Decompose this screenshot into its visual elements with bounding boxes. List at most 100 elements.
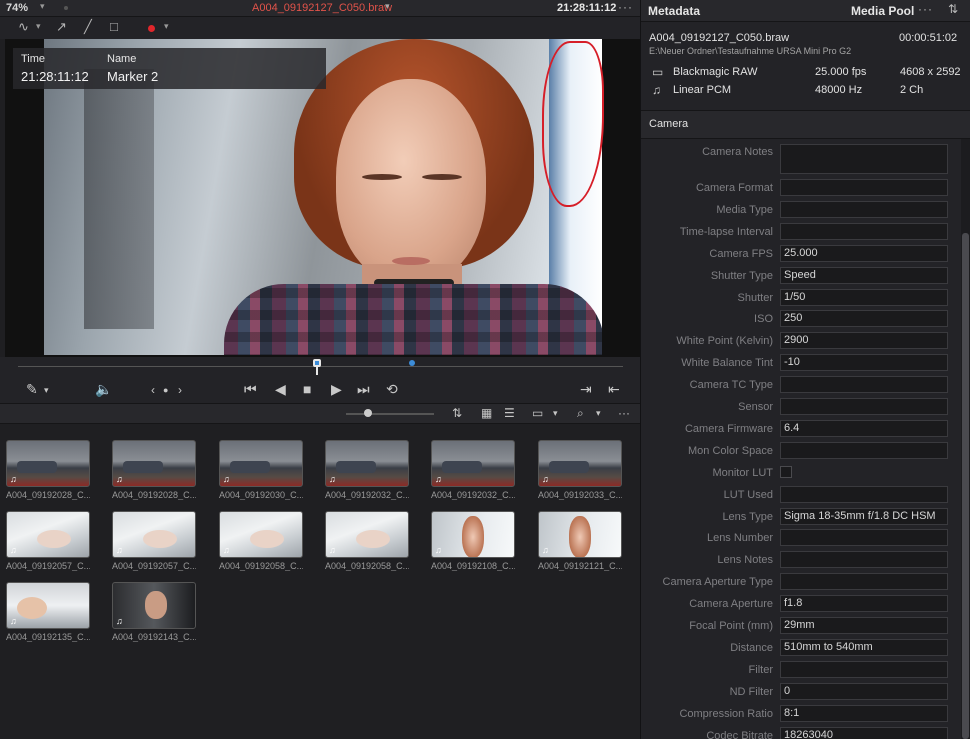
metadata-field-input[interactable] <box>780 660 948 678</box>
clip-thumbnail[interactable]: ♫ <box>6 582 90 629</box>
metadata-field-input[interactable] <box>780 144 948 174</box>
draw-tool-chevron-icon[interactable]: ▾ <box>36 21 41 32</box>
marker-dot[interactable] <box>409 360 415 366</box>
media-pool-clip[interactable]: ♫ A004_09192108_C... <box>431 511 515 571</box>
metadata-field-input[interactable] <box>780 551 948 569</box>
media-pool-clip[interactable]: ♫ A004_09192033_C... <box>538 440 622 500</box>
view-chevron-icon[interactable]: ▾ <box>553 408 558 419</box>
metadata-field-input[interactable] <box>780 222 948 240</box>
mark-out-icon[interactable]: ⇤ <box>608 381 620 398</box>
go-to-end-icon[interactable]: ⏭ <box>357 381 370 398</box>
scrub-bar[interactable] <box>0 357 640 376</box>
metadata-field-input[interactable]: Sigma 18-35mm f/1.8 DC HSM <box>780 507 948 525</box>
media-pool-clip[interactable]: ♫ A004_09192028_C... <box>6 440 90 500</box>
clip-title-chevron-icon[interactable]: ▾ <box>385 1 390 12</box>
clip-thumbnail[interactable]: ♫ <box>6 511 90 558</box>
next-marker-icon[interactable]: › <box>178 383 182 397</box>
metadata-field-input[interactable]: 250 <box>780 310 948 328</box>
clip-thumbnail[interactable]: ♫ <box>325 511 409 558</box>
step-back-icon[interactable]: ◀ <box>275 381 286 398</box>
thumbnail-view-icon[interactable]: ▦ <box>481 406 492 420</box>
viewer-clip-title[interactable]: A004_09192127_C050.braw <box>252 2 392 14</box>
metadata-scrollbar-thumb[interactable] <box>962 233 969 739</box>
clip-thumbnail[interactable]: ♫ <box>538 440 622 487</box>
metadata-field-input[interactable]: 2900 <box>780 332 948 350</box>
metadata-field-input[interactable]: 1/50 <box>780 288 948 306</box>
viewer-options-icon[interactable]: ··· <box>618 0 633 14</box>
prev-marker-icon[interactable]: ‹ <box>151 383 155 397</box>
metadata-view-icon[interactable]: ▭ <box>532 406 543 420</box>
clip-thumbnail[interactable]: ♫ <box>538 511 622 558</box>
clip-thumbnail[interactable]: ♫ <box>219 511 303 558</box>
clip-thumbnail[interactable]: ♫ <box>112 582 196 629</box>
metadata-field-input[interactable]: -10 <box>780 354 948 372</box>
sort-icon[interactable]: ⇅ <box>452 406 462 420</box>
metadata-field-input[interactable]: 25.000 <box>780 244 948 262</box>
metadata-checkbox[interactable] <box>780 465 792 478</box>
metadata-field-input[interactable]: 510mm to 540mm <box>780 638 948 656</box>
metadata-field-input[interactable] <box>780 573 948 591</box>
marker-nav-dot-icon[interactable]: ● <box>163 385 168 395</box>
clip-thumbnail[interactable]: ♫ <box>219 440 303 487</box>
highlighter-icon[interactable]: ✎ <box>26 381 38 398</box>
media-pool-clip[interactable]: ♫ A004_09192058_C... <box>325 511 409 571</box>
metadata-field-input[interactable] <box>780 376 948 394</box>
line-tool-icon[interactable]: ╱ <box>84 19 92 35</box>
metadata-field-input[interactable] <box>780 398 948 415</box>
clip-thumbnail[interactable]: ♫ <box>112 440 196 487</box>
metadata-field-input[interactable]: 18263040 <box>780 726 948 739</box>
metadata-options-icon[interactable]: ··· <box>918 2 933 16</box>
media-pool-clip[interactable]: ♫ A004_09192058_C... <box>219 511 303 571</box>
clip-thumbnail[interactable]: ♫ <box>431 511 515 558</box>
metadata-field-input[interactable] <box>780 441 948 459</box>
highlighter-chevron-icon[interactable]: ▾ <box>44 385 49 396</box>
speaker-icon[interactable]: 🔈 <box>95 381 112 398</box>
metadata-field-input[interactable] <box>780 485 948 503</box>
metadata-field-input[interactable]: 8:1 <box>780 704 948 722</box>
metadata-field-input[interactable]: 6.4 <box>780 419 948 437</box>
metadata-field-input[interactable]: f1.8 <box>780 595 948 613</box>
go-to-start-icon[interactable]: ⏮ <box>244 381 257 398</box>
stop-icon[interactable]: ■ <box>303 381 311 397</box>
search-chevron-icon[interactable]: ▾ <box>596 408 601 419</box>
media-pool-clip[interactable]: ♫ A004_09192030_C... <box>219 440 303 500</box>
zoom-chevron-icon[interactable]: ▾ <box>40 1 45 12</box>
clip-thumbnail[interactable]: ♫ <box>6 440 90 487</box>
media-pool-clip[interactable]: ♫ A004_09192028_C... <box>112 440 196 500</box>
thumbnail-size-slider[interactable] <box>346 413 434 415</box>
metadata-field-input[interactable]: Speed <box>780 266 948 284</box>
rectangle-tool-icon[interactable]: □ <box>110 19 118 34</box>
mark-in-icon[interactable]: ⇥ <box>580 381 592 398</box>
video-viewer[interactable]: Time Name 21:28:11:12 Marker 2 <box>5 39 640 357</box>
clip-thumbnail[interactable]: ♫ <box>325 440 409 487</box>
media-pool-clip[interactable]: ♫ A004_09192057_C... <box>6 511 90 571</box>
metadata-field-input[interactable]: 29mm <box>780 617 948 634</box>
pool-options-icon[interactable]: ··· <box>618 406 630 420</box>
metadata-field-input[interactable] <box>780 179 948 196</box>
thumbnail-size-knob[interactable] <box>364 409 372 417</box>
media-pool-tab[interactable]: Media Pool <box>851 4 914 18</box>
clip-thumbnail[interactable]: ♫ <box>112 511 196 558</box>
camera-section-header[interactable]: Camera <box>641 111 970 139</box>
media-pool-clip[interactable]: ♫ A004_09192143_C... <box>112 582 196 642</box>
freehand-draw-icon[interactable]: ∿ <box>18 19 29 35</box>
metadata-tab[interactable]: Metadata <box>648 4 700 18</box>
play-icon[interactable]: ▶ <box>331 381 342 398</box>
arrow-tool-icon[interactable]: ↗ <box>56 19 67 35</box>
metadata-scrollbar[interactable] <box>961 139 970 739</box>
search-icon[interactable]: ⌕ <box>577 406 584 421</box>
media-pool-clip[interactable]: ♫ A004_09192057_C... <box>112 511 196 571</box>
loop-icon[interactable]: ⟲ <box>386 381 398 398</box>
media-pool-clip[interactable]: ♫ A004_09192032_C... <box>431 440 515 500</box>
metadata-field-input[interactable] <box>780 529 948 547</box>
media-pool-clip[interactable]: ♫ A004_09192135_C... <box>6 582 90 642</box>
metadata-field-input[interactable] <box>780 200 948 218</box>
color-red-dot-icon[interactable] <box>148 25 155 32</box>
zoom-level[interactable]: 74% <box>6 2 28 14</box>
metadata-field-input[interactable]: 0 <box>780 682 948 700</box>
list-view-icon[interactable]: ☰ <box>504 406 515 420</box>
color-chevron-icon[interactable]: ▾ <box>164 21 169 32</box>
playhead[interactable] <box>313 359 321 367</box>
media-pool-clip[interactable]: ♫ A004_09192121_C... <box>538 511 622 571</box>
metadata-sort-icon[interactable]: ⇅ <box>948 2 958 16</box>
